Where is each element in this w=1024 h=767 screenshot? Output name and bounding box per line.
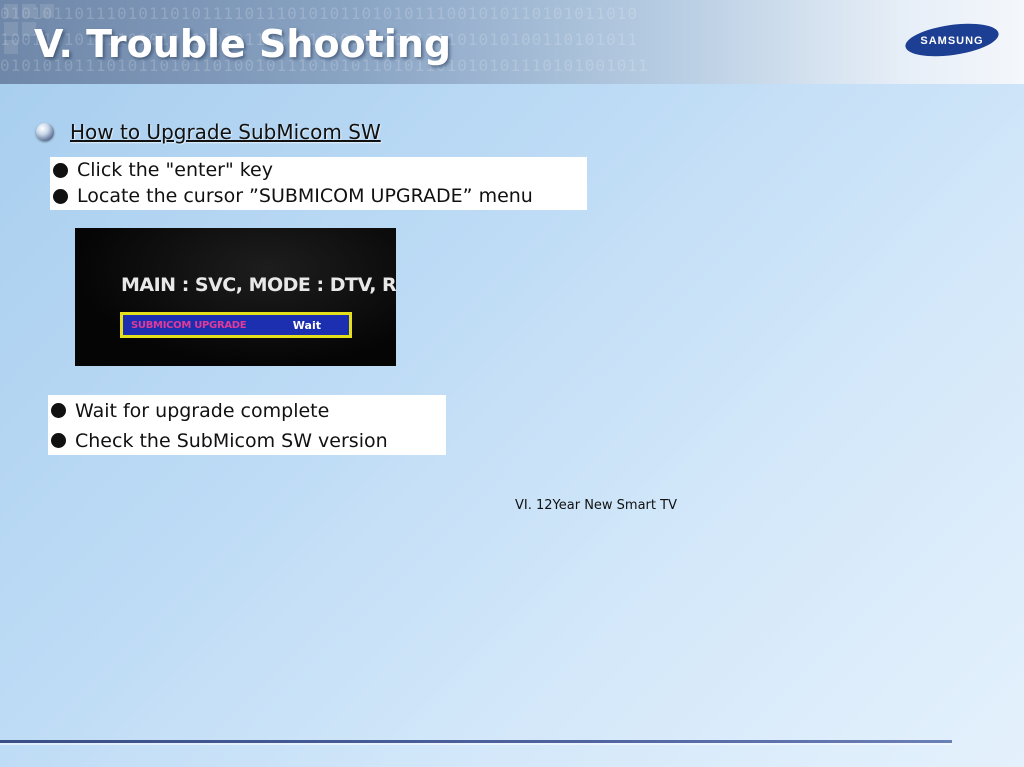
section-heading: How to Upgrade SubMicom SW — [36, 120, 381, 144]
section-heading-label: How to Upgrade SubMicom SW — [70, 120, 381, 144]
steps-top-box: Click the "enter" key Locate the cursor … — [50, 157, 587, 210]
steps-bottom-box: Wait for upgrade complete Check the SubM… — [48, 395, 446, 455]
screen-main-line: MAIN : SVC, MODE : DTV, RES — [121, 274, 396, 296]
binary-pattern-row: 0101011011101011010111101110101011010101… — [0, 4, 638, 23]
screen-glow — [75, 228, 396, 366]
decor-square — [4, 4, 18, 18]
step-item: Wait for upgrade complete — [48, 395, 446, 425]
bullet-orb-icon — [36, 123, 54, 141]
menu-label: SUBMICOM UPGRADE — [131, 319, 247, 331]
decor-square — [40, 4, 54, 18]
step-item: Check the SubMicom SW version — [48, 425, 446, 455]
footer-caption: VI. 12Year New Smart TV — [515, 498, 677, 513]
step-text: Locate the cursor ”SUBMICOM UPGRADE” men… — [77, 185, 533, 207]
step-item: Locate the cursor ”SUBMICOM UPGRADE” men… — [50, 183, 587, 209]
step-text: Click the "enter" key — [77, 159, 273, 181]
step-item: Click the "enter" key — [50, 157, 587, 183]
tv-screen-photo: MAIN : SVC, MODE : DTV, RES SUBMICOM UPG… — [75, 228, 396, 366]
bullet-dot-icon — [51, 403, 66, 418]
bullet-dot-icon — [53, 188, 68, 204]
decor-square — [4, 22, 18, 36]
decor-square — [4, 40, 18, 54]
bullet-dot-icon — [53, 162, 68, 178]
bullet-dot-icon — [51, 433, 66, 448]
slide-title: V. Trouble Shooting — [34, 22, 452, 66]
decor-square — [22, 4, 36, 18]
step-text: Wait for upgrade complete — [75, 399, 330, 422]
menu-value: Wait — [292, 318, 321, 332]
samsung-logo: SAMSUNG — [905, 23, 999, 57]
step-text: Check the SubMicom SW version — [75, 429, 388, 452]
logo-wordmark: SAMSUNG — [920, 35, 983, 47]
footer-divider-highlight — [0, 743, 952, 745]
submicom-upgrade-menu-bar: SUBMICOM UPGRADE Wait — [120, 312, 352, 338]
slide-header: 0101011011101011010111101110101011010101… — [0, 0, 1024, 84]
